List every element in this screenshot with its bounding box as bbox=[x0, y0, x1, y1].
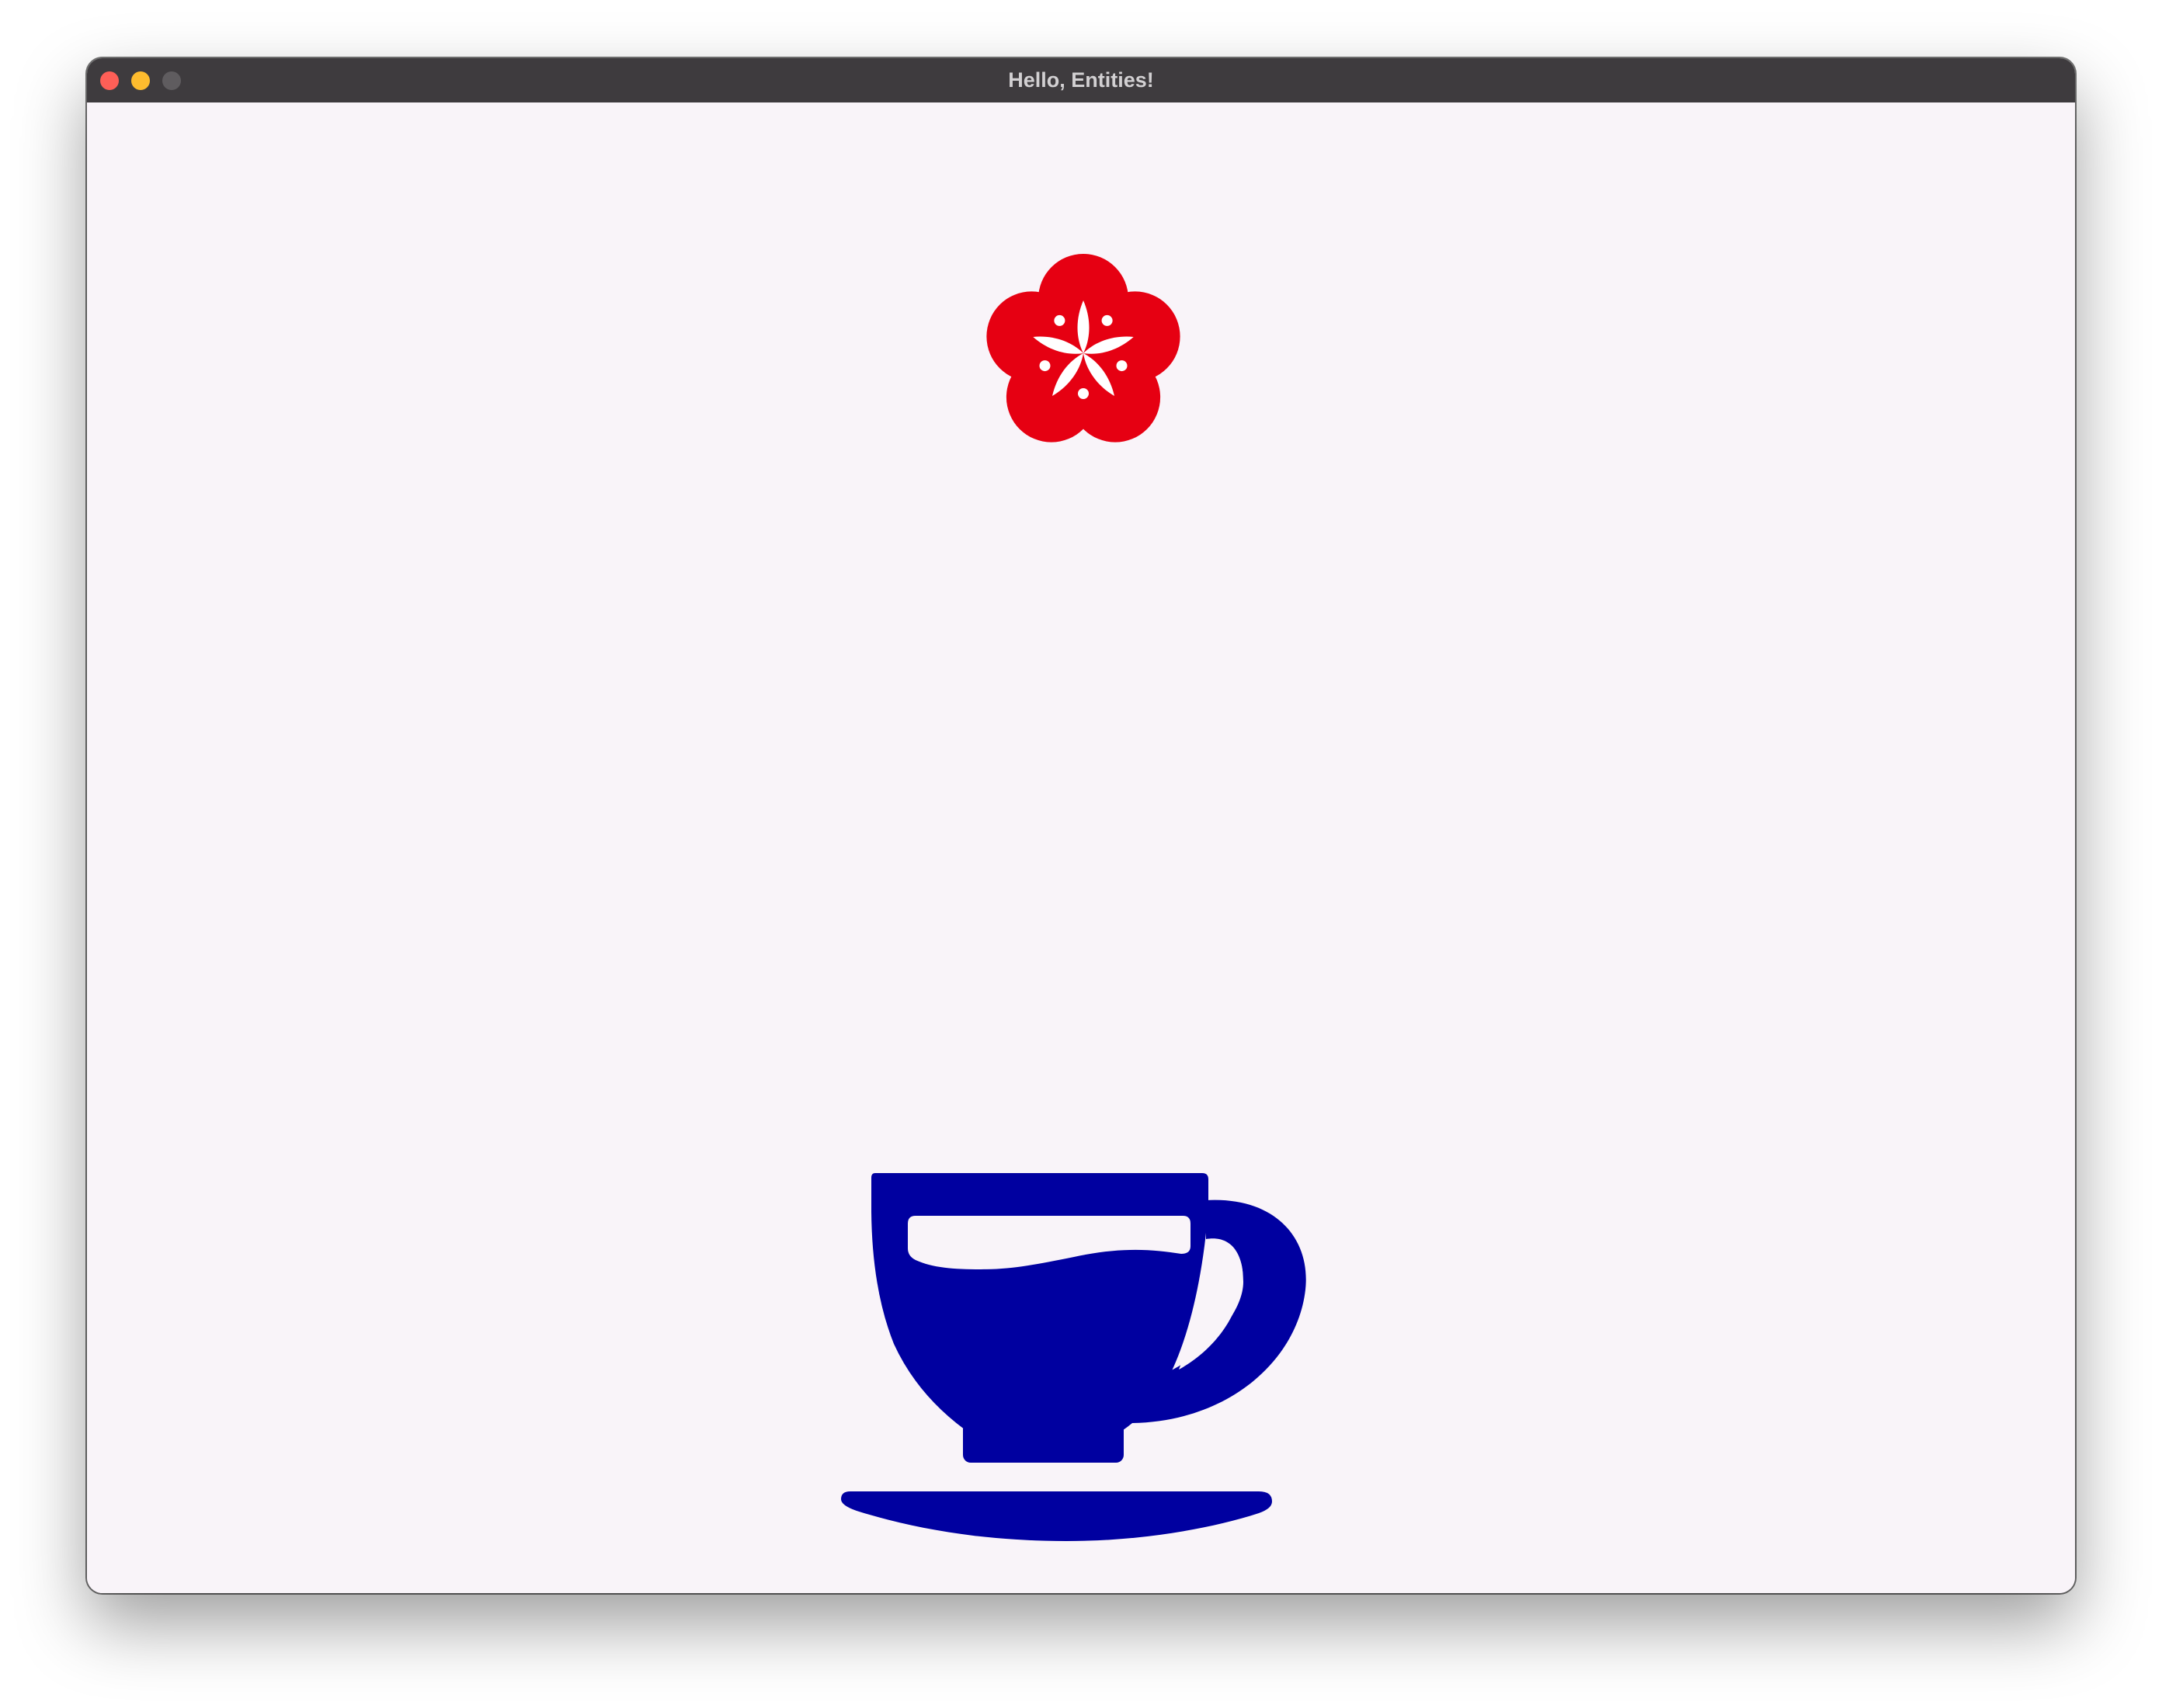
flower-stamen-dot bbox=[1101, 314, 1113, 326]
entity-canvas bbox=[87, 102, 2075, 1593]
title-bar[interactable]: Hello, Entities! bbox=[87, 58, 2075, 103]
flower-svg bbox=[986, 254, 1180, 443]
teacup-svg bbox=[841, 1173, 1306, 1541]
flower-stamen-dot bbox=[1054, 314, 1065, 326]
flower-stamen-dot bbox=[1039, 360, 1051, 372]
window-title: Hello, Entities! bbox=[1008, 68, 1154, 92]
flower-stamen-dot bbox=[1116, 360, 1128, 372]
flower-petal bbox=[986, 291, 1077, 382]
teacup-icon bbox=[841, 1173, 1316, 1548]
flower-icon bbox=[984, 254, 1183, 453]
flower-stamen-dot bbox=[1078, 388, 1089, 399]
app-window: Hello, Entities! bbox=[87, 58, 2075, 1593]
